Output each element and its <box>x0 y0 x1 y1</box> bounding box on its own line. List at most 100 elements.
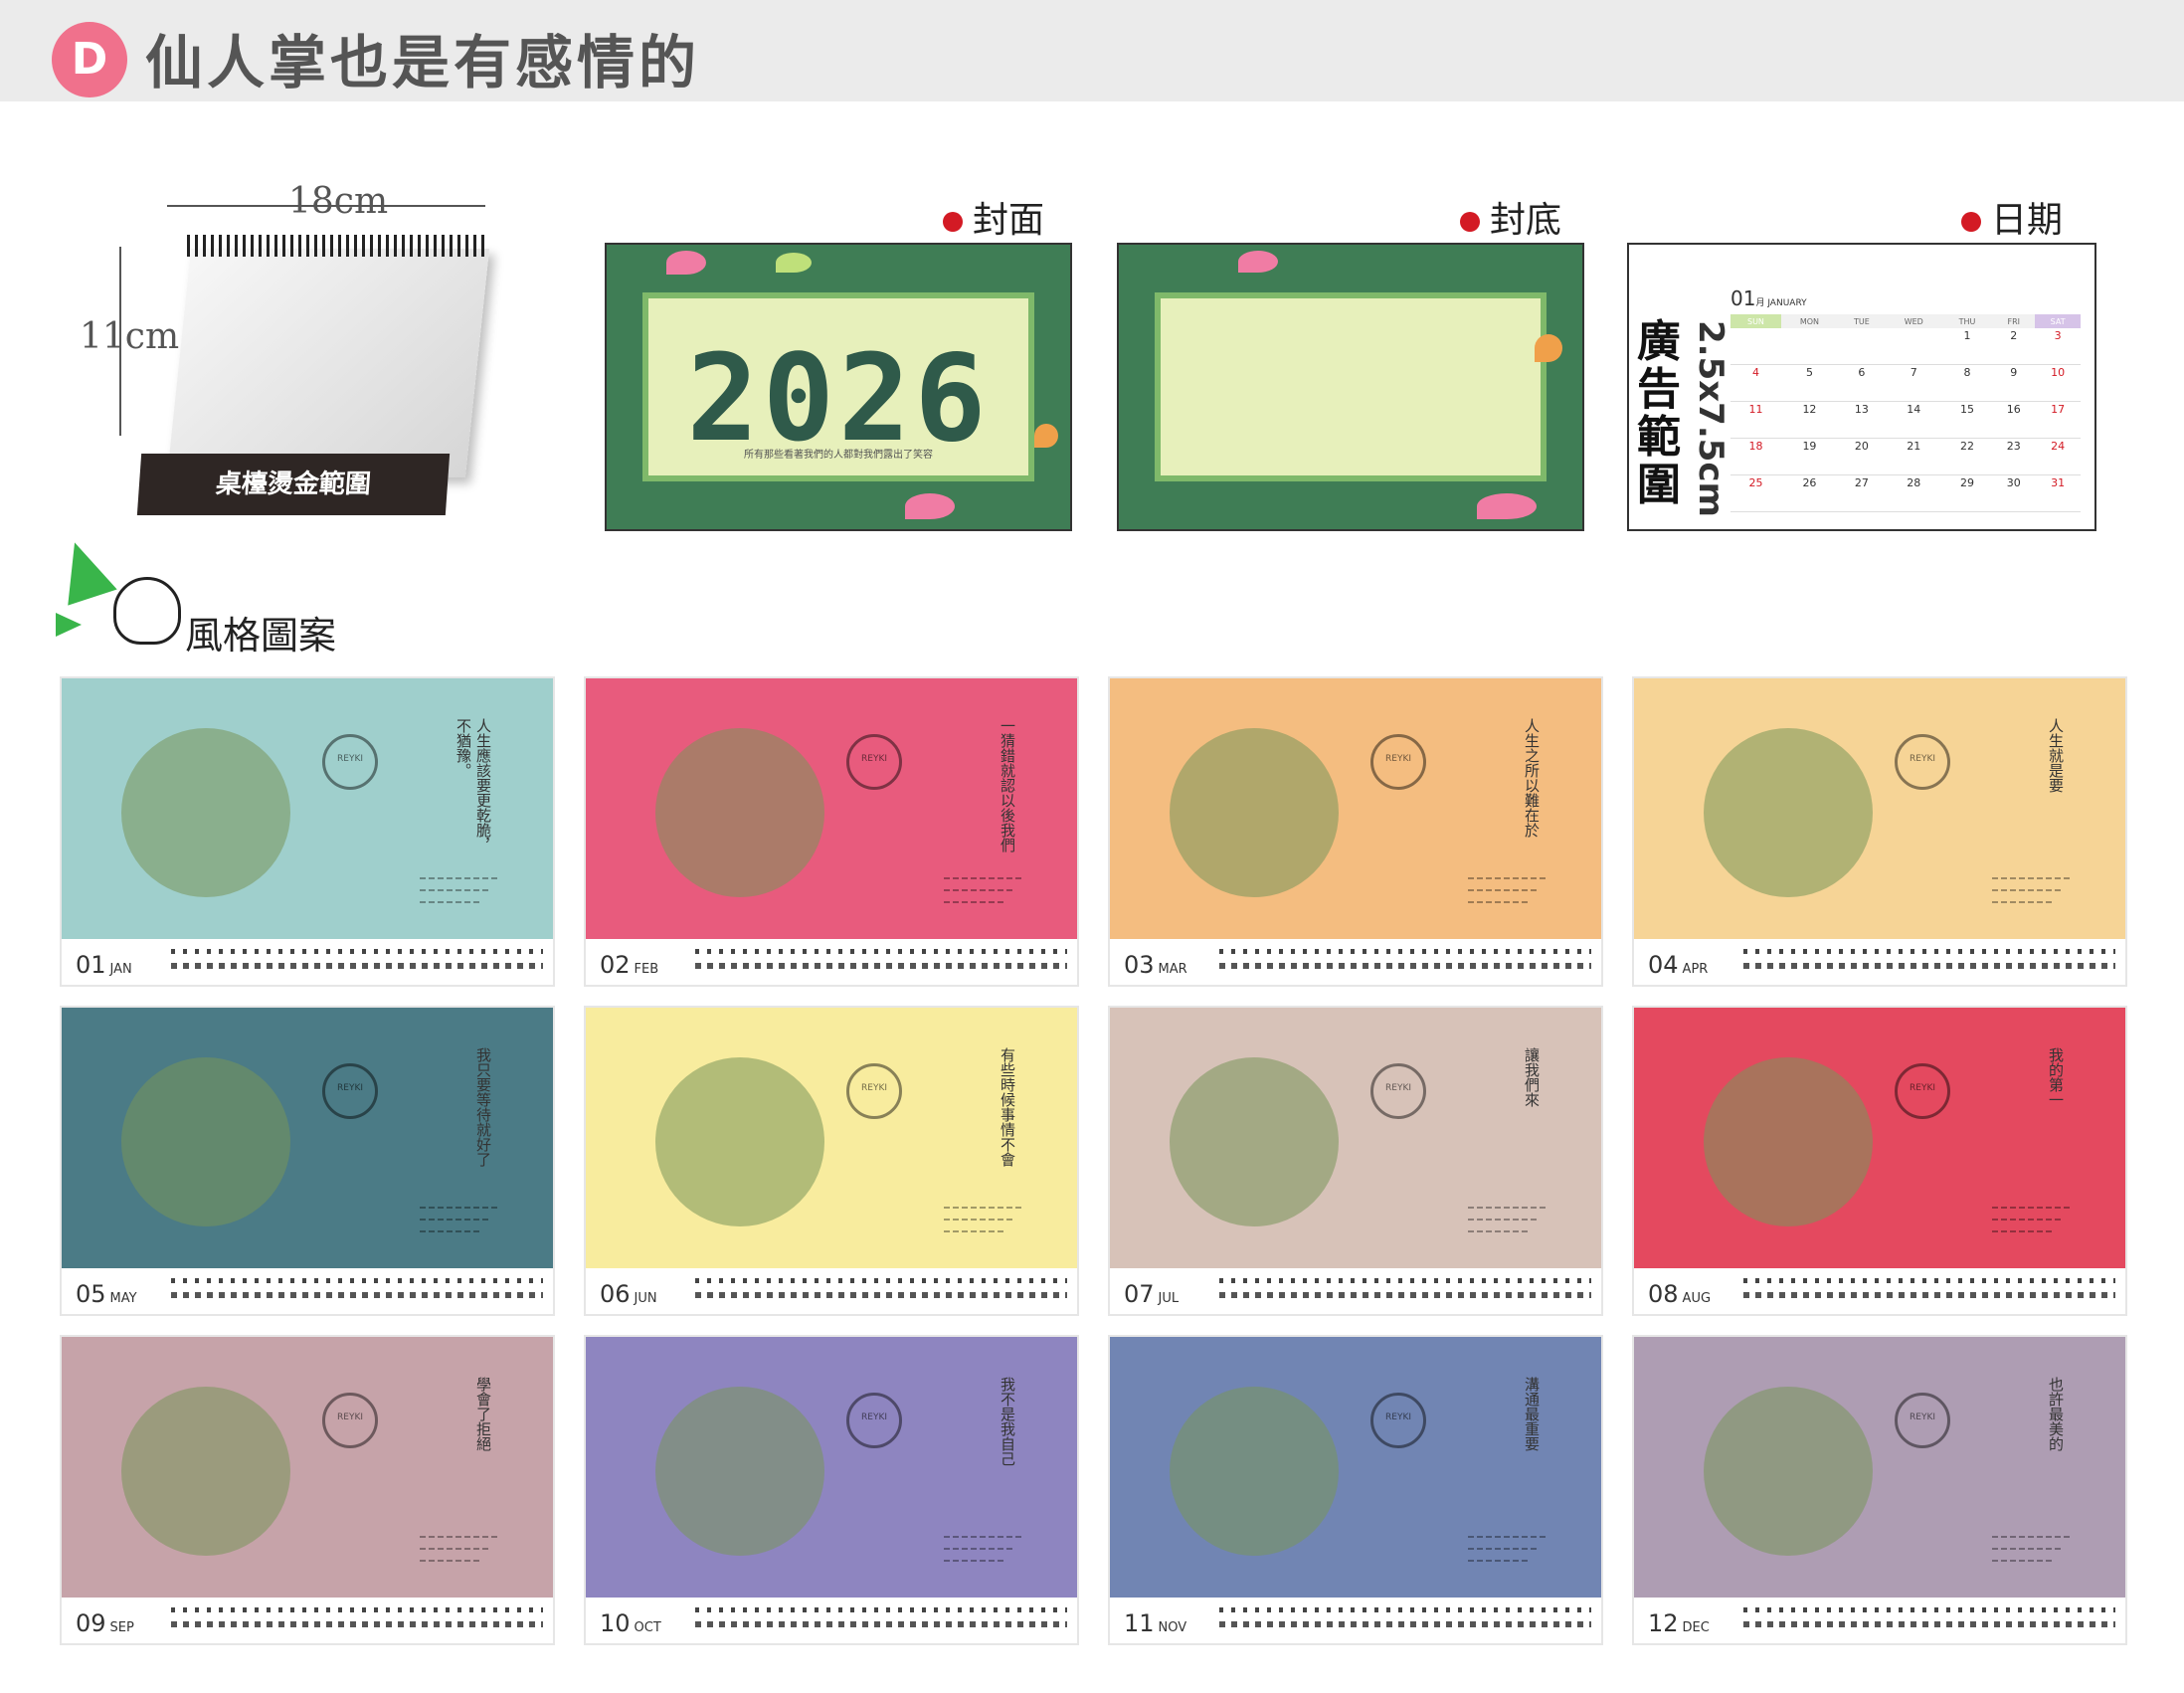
brand-stamp: REYKI <box>322 1063 378 1119</box>
month-label: 02 FEB <box>600 951 658 979</box>
month-number: 11 <box>1124 1609 1155 1637</box>
day-cell <box>1885 328 1942 365</box>
month-artwork: REYKI 有些時候事情不會 <box>586 1008 1077 1268</box>
handwriting-scribble <box>1992 877 2072 879</box>
month-label: 06 JUN <box>600 1280 657 1308</box>
red-dot-icon <box>1460 212 1480 232</box>
month-artwork: REYKI 溝通最重要 <box>1110 1337 1601 1598</box>
month-abbr: NOV <box>1158 1620 1187 1635</box>
leaf-decoration <box>905 493 955 519</box>
month-day-strip <box>1743 1603 2115 1633</box>
leaf-decoration <box>666 251 706 275</box>
month-quote: 讓我們來 <box>1523 1047 1541 1107</box>
month-number: 10 <box>600 1609 631 1637</box>
month-artwork: REYKI 人生應該要更乾脆，不猶豫。 <box>62 678 553 939</box>
month-card-may: REYKI 我只要等待就好了 05 MAY <box>60 1006 555 1316</box>
month-number: 05 <box>76 1280 106 1308</box>
month-label: 07 JUL <box>1124 1280 1179 1308</box>
day-cell: 4 <box>1730 364 1781 402</box>
month-card-nov: REYKI 溝通最重要 11 NOV <box>1108 1335 1603 1645</box>
cactus-character <box>655 728 824 897</box>
month-label: 05 MAY <box>76 1280 137 1308</box>
day-cell: 9 <box>1992 364 2036 402</box>
month-label: 04 APR <box>1648 951 1708 979</box>
brand-stamp: REYKI <box>1895 1393 1950 1448</box>
month-quote: 溝通最重要 <box>1523 1377 1541 1451</box>
day-cell: 20 <box>1837 438 1886 475</box>
month-card-apr: REYKI 人生就是要 04 APR <box>1632 676 2127 987</box>
brand-stamp: REYKI <box>1895 1063 1950 1119</box>
handwriting-scribble <box>420 1207 499 1209</box>
day-cell: 31 <box>2035 474 2081 512</box>
month-label: 12 DEC <box>1648 1609 1710 1637</box>
weekday-header: TUE <box>1837 314 1886 328</box>
handwriting-scribble <box>1992 1219 2062 1221</box>
mini-calendar-grid: SUN MON TUE WED THU FRI SAT 1 2 3 4 5 6 7 8 9 10 11 12 13 1… <box>1730 314 2081 512</box>
week-row: 11 12 13 14 15 16 17 <box>1730 401 2081 439</box>
month-day-strip <box>1743 945 2115 975</box>
day-cell: 14 <box>1885 401 1942 439</box>
month-day-strip <box>695 1274 1067 1304</box>
month-card-jan: REYKI 人生應該要更乾脆，不猶豫。 01 JAN <box>60 676 555 987</box>
handwriting-scribble <box>944 1230 1003 1232</box>
day-cell <box>1730 328 1781 365</box>
day-cell: 2 <box>1992 328 2036 365</box>
month-number: 03 <box>1124 951 1155 979</box>
month-day-strip <box>171 1603 543 1633</box>
day-cell: 11 <box>1730 401 1781 439</box>
weekday-header: FRI <box>1992 314 2036 328</box>
day-cell: 5 <box>1780 364 1838 402</box>
month-day-strip <box>1219 1274 1591 1304</box>
month-number: 01 <box>76 951 106 979</box>
day-cell: 12 <box>1780 401 1838 439</box>
month-card-sep: REYKI 學會了拒絕 09 SEP <box>60 1335 555 1645</box>
handwriting-scribble <box>420 1536 499 1538</box>
back-cover-label: 封底 <box>1460 191 1561 243</box>
page-title: 仙人掌也是有感情的 <box>145 29 701 96</box>
brand-stamp: REYKI <box>1370 1393 1426 1448</box>
date-page-preview: 廣告範圍 2.5x7.5cm 01月 JANUARY SUN MON TUE WED T… <box>1627 243 2096 531</box>
week-row: 18 19 20 21 22 23 24 <box>1730 438 2081 475</box>
day-cell: 17 <box>2035 401 2081 439</box>
weekday-header: SUN <box>1730 314 1781 328</box>
brand-stamp: REYKI <box>846 734 902 790</box>
day-cell: 13 <box>1837 401 1886 439</box>
month-label: 08 AUG <box>1648 1280 1711 1308</box>
day-cell: 8 <box>1941 364 1993 402</box>
month-label: 10 OCT <box>600 1609 661 1637</box>
day-cell <box>1837 328 1886 365</box>
stand-base-label: 桌檯燙金範圍 <box>136 454 451 515</box>
handwriting-scribble <box>1468 1548 1538 1550</box>
month-quote: 人生應該要更乾脆，不猶豫。 <box>455 718 492 852</box>
month-artwork: REYKI 學會了拒絕 <box>62 1337 553 1598</box>
week-row: 25 26 27 28 29 30 31 <box>1730 474 2081 512</box>
month-number: 08 <box>1648 1280 1679 1308</box>
handwriting-scribble <box>1468 877 1547 879</box>
day-cell: 29 <box>1941 474 1993 512</box>
brand-stamp: REYKI <box>846 1063 902 1119</box>
cactus-character <box>121 1387 290 1556</box>
handwriting-scribble <box>420 1230 479 1232</box>
day-cell: 19 <box>1780 438 1838 475</box>
handwriting-scribble <box>1468 1219 1538 1221</box>
month-number: 09 <box>76 1609 106 1637</box>
handwriting-scribble <box>1992 889 2062 891</box>
cactus-character <box>1170 728 1339 897</box>
week-row: 4 5 6 7 8 9 10 <box>1730 364 2081 402</box>
month-quote: 一猜錯就認以後我們 <box>999 718 1016 852</box>
day-cell: 10 <box>2035 364 2081 402</box>
handwriting-scribble <box>1992 1560 2052 1562</box>
month-artwork: REYKI 我的第一 <box>1634 1008 2125 1268</box>
day-cell: 6 <box>1837 364 1886 402</box>
month-card-jun: REYKI 有些時候事情不會 06 JUN <box>584 1006 1079 1316</box>
red-dot-icon <box>1961 212 1981 232</box>
brand-stamp: REYKI <box>846 1393 902 1448</box>
month-label: 09 SEP <box>76 1609 134 1637</box>
day-cell: 24 <box>2035 438 2081 475</box>
month-card-jul: REYKI 讓我們來 07 JUL <box>1108 1006 1603 1316</box>
width-label: 18cm <box>288 181 389 222</box>
month-day-strip <box>1743 1274 2115 1304</box>
month-quote: 我不是我自己 <box>999 1377 1016 1466</box>
handwriting-scribble <box>1992 1207 2072 1209</box>
day-cell: 28 <box>1885 474 1942 512</box>
